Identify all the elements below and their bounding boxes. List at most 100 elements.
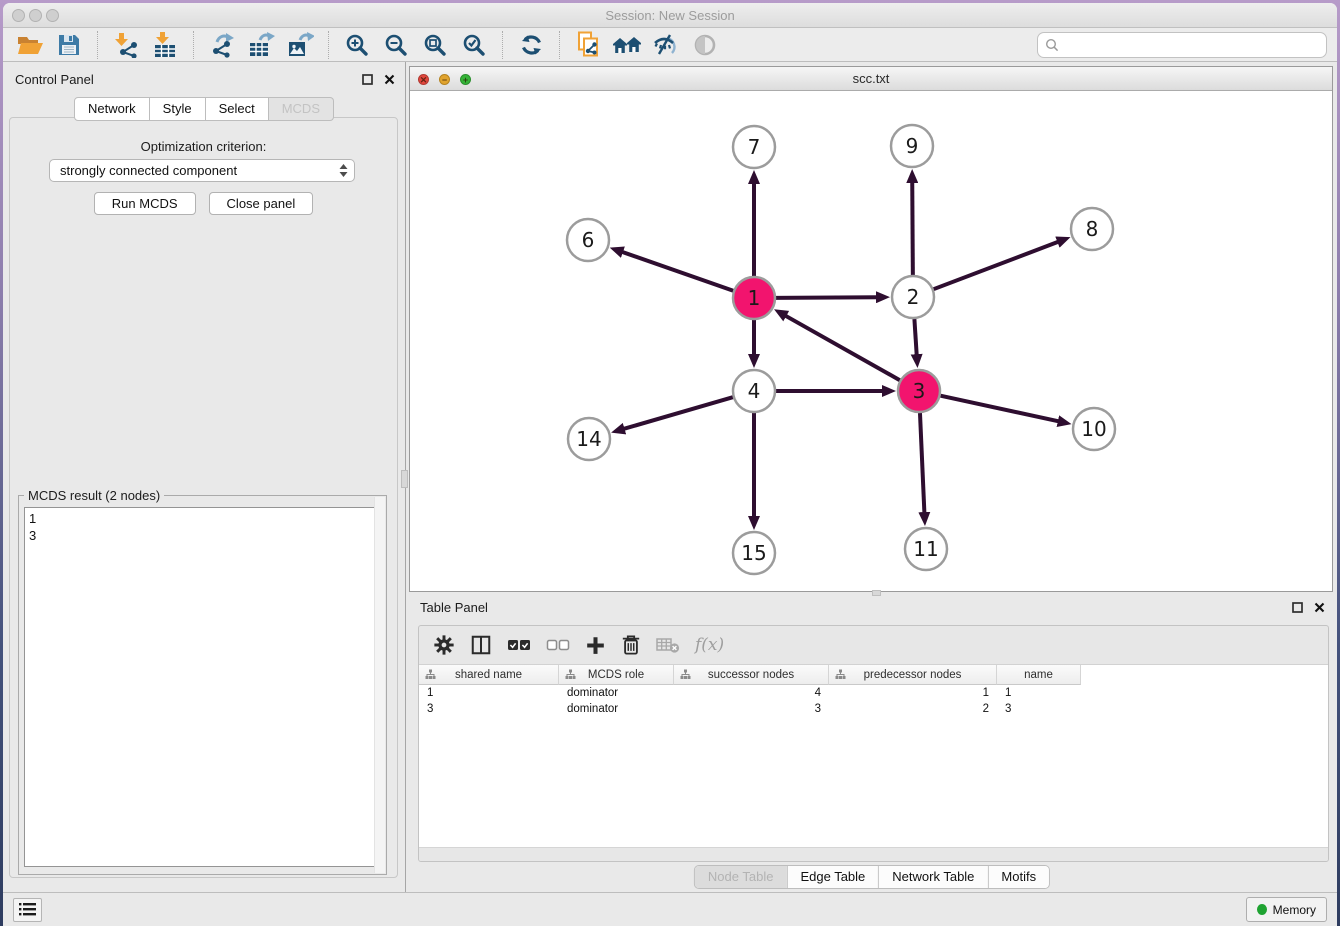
delete-row-button[interactable] [621,634,641,656]
tab-mcds[interactable]: MCDS [269,97,334,121]
network-maximize-button[interactable]: + [460,74,471,85]
export-table-button[interactable] [244,30,278,60]
open-session-button[interactable] [13,30,47,60]
table-row[interactable]: 1dominator411 [419,685,1328,701]
network-window-titlebar[interactable]: ✕ − + scc.txt [410,67,1332,91]
node-3[interactable]: 3 [898,370,940,412]
toolbar-separator [97,31,98,59]
node-11[interactable]: 11 [905,528,947,570]
edge-2-9[interactable] [912,181,913,275]
table-cell: dominator [559,687,674,699]
edge-3-1[interactable] [784,315,899,380]
float-panel-icon[interactable] [362,74,373,85]
export-network-button[interactable] [205,30,239,60]
network-minimize-button[interactable]: − [439,74,450,85]
tab-select[interactable]: Select [206,97,269,121]
tab-edge-table[interactable]: Edge Table [786,866,878,888]
mcds-result-list[interactable]: 1 3 [24,507,381,867]
maximize-window-button[interactable] [46,9,59,22]
search-input[interactable] [1064,37,1319,52]
float-table-panel-icon[interactable] [1292,602,1303,613]
save-session-button[interactable] [52,30,86,60]
toolbar-separator [193,31,194,59]
import-table-icon [152,32,178,58]
clone-network-button[interactable] [571,30,605,60]
toolbar-separator [559,31,560,59]
edge-4-14[interactable] [623,397,733,429]
node-2[interactable]: 2 [892,276,934,318]
node-14[interactable]: 14 [568,418,610,460]
edge-1-2[interactable] [776,297,878,298]
criterion-dropdown[interactable]: strongly connected component [49,159,355,182]
zoom-selected-button[interactable] [457,30,491,60]
node-1[interactable]: 1 [733,277,775,319]
node-table-box: f(x) shared nameMCDS rolesuccessor nodes… [418,625,1329,862]
unselect-all-columns-button[interactable] [546,636,570,654]
edge-3-10[interactable] [940,396,1059,422]
edge-1-6[interactable] [621,252,733,291]
svg-text:11: 11 [913,537,938,561]
tab-network[interactable]: Network [74,97,150,121]
node-6[interactable]: 6 [567,219,609,261]
zoom-fit-button[interactable] [418,30,452,60]
table-cell: 2 [829,703,997,715]
zoom-fit-icon [423,33,447,57]
column-header-successor-nodes[interactable]: successor nodes [674,665,829,685]
table-body: 1dominator4113dominator323 [419,685,1328,717]
node-7[interactable]: 7 [733,126,775,168]
import-network-button[interactable] [109,30,143,60]
node-10[interactable]: 10 [1073,408,1115,450]
column-header-MCDS-role[interactable]: MCDS role [559,665,674,685]
table-header-row: shared nameMCDS rolesuccessor nodesprede… [419,665,1328,685]
select-all-columns-button[interactable] [507,636,531,654]
edge-2-8[interactable] [934,241,1060,289]
memory-label: Memory [1273,903,1316,917]
export-table-icon [248,32,275,58]
delete-table-button[interactable] [656,636,680,654]
network-canvas[interactable]: 7 9 6 8 1 2 4 3 14 10 15 11 [410,91,1332,591]
export-image-button[interactable] [283,30,317,60]
network-canvas-svg: 7 9 6 8 1 2 4 3 14 10 15 11 [410,91,1332,591]
column-header-name[interactable]: name [997,665,1081,685]
close-window-button[interactable] [12,9,25,22]
apply-layout-button[interactable] [514,30,548,60]
first-neighbors-button[interactable] [610,30,644,60]
function-builder-button[interactable]: f(x) [695,635,724,655]
zoom-out-button[interactable] [379,30,413,60]
show-all-icon [693,33,717,57]
tab-network-table[interactable]: Network Table [878,866,987,888]
network-close-button[interactable]: ✕ [418,74,429,85]
search-box[interactable] [1037,32,1327,58]
node-8[interactable]: 8 [1071,208,1113,250]
optimization-criterion-label: Optimization criterion: [10,139,397,154]
node-4[interactable]: 4 [733,370,775,412]
show-all-button[interactable] [688,30,722,60]
table-settings-button[interactable] [433,634,455,656]
close-panel-icon[interactable] [384,74,395,85]
node-15[interactable]: 15 [733,532,775,574]
tab-style[interactable]: Style [150,97,206,121]
edge-2-3[interactable] [914,319,916,356]
column-manager-button[interactable] [470,634,492,656]
result-scrollbar[interactable] [374,497,385,873]
node-9[interactable]: 9 [891,125,933,167]
run-mcds-button[interactable]: Run MCDS [94,192,196,215]
column-header-shared-name[interactable]: shared name [419,665,559,685]
table-cell: 3 [997,703,1081,715]
close-table-panel-icon[interactable] [1314,602,1325,613]
table-row[interactable]: 3dominator323 [419,701,1328,717]
close-panel-button[interactable]: Close panel [209,192,314,215]
hide-selected-button[interactable] [649,30,683,60]
table-tabs: Node TableEdge TableNetwork TableMotifs [694,865,1050,889]
task-history-button[interactable] [13,898,42,922]
edge-3-11[interactable] [920,413,924,514]
tab-motifs[interactable]: Motifs [987,866,1049,888]
tab-node-table[interactable]: Node Table [695,866,787,888]
network-window-title: scc.txt [410,67,1332,91]
minimize-window-button[interactable] [29,9,42,22]
import-table-button[interactable] [148,30,182,60]
column-header-predecessor-nodes[interactable]: predecessor nodes [829,665,997,685]
add-row-button[interactable] [585,635,606,656]
memory-button[interactable]: Memory [1246,897,1327,922]
zoom-in-button[interactable] [340,30,374,60]
